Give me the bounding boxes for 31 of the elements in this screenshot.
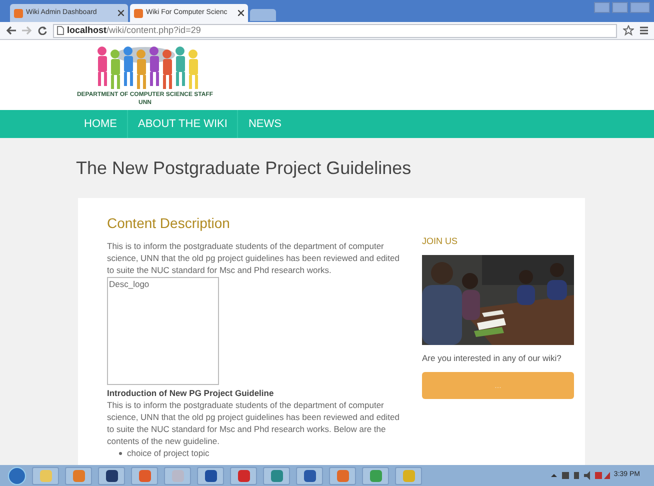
tray-icons-drawing[interactable] bbox=[550, 471, 610, 480]
section-subheading: Introduction of New PG Project Guideline bbox=[107, 387, 275, 399]
start-button[interactable] bbox=[8, 466, 26, 484]
tab-close-icon[interactable] bbox=[238, 10, 244, 16]
close-button[interactable] bbox=[630, 2, 650, 13]
menu-icon[interactable] bbox=[640, 26, 648, 35]
tab-favicon-icon bbox=[134, 8, 143, 18]
taskbar-app-icon[interactable] bbox=[197, 466, 224, 484]
minimize-button[interactable] bbox=[594, 2, 610, 13]
page-title: The New Postgraduate Project Guidelines bbox=[76, 157, 412, 180]
tab-close-icon[interactable] bbox=[118, 10, 124, 16]
sidebar-heading: JOIN US bbox=[422, 235, 459, 248]
forward-arrow-icon[interactable] bbox=[22, 26, 32, 35]
back-arrow-icon[interactable] bbox=[6, 26, 16, 35]
tab-favicon-icon bbox=[14, 8, 23, 18]
page-icon bbox=[57, 26, 64, 35]
content-heading: Content Description bbox=[107, 214, 231, 232]
url-text: localhost/wiki/content.php?id=29 bbox=[67, 24, 201, 37]
join-question: Are you interested in any of our wiki? bbox=[422, 352, 562, 364]
taskbar-app-icon[interactable] bbox=[296, 466, 323, 484]
taskbar-app-icon[interactable] bbox=[230, 466, 257, 484]
body-paragraph: This is to inform the postgraduate students of the department of computer science, UNN that the old pg project guidelines has been reviewed and edited to suite the NUC standard for Msc and Phd research works. Below are the contents of the new guideline. bbox=[107, 399, 400, 447]
reload-icon[interactable] bbox=[38, 26, 47, 35]
address-field[interactable]: localhost/wiki/content.php?id=29 bbox=[53, 24, 617, 38]
taskbar-app-icon[interactable] bbox=[98, 466, 125, 484]
star-icon[interactable] bbox=[623, 25, 634, 36]
image-alt-text: Desc_logo bbox=[109, 278, 150, 291]
bullet-icon bbox=[119, 452, 122, 454]
description-paragraph: This is to inform the postgraduate students of the department of computer science, UNN that the old pg project guidelines has been reviewed and edited to suite the NUC standard for Msc and Phd research works. bbox=[107, 240, 400, 276]
maximize-button[interactable] bbox=[612, 2, 628, 13]
bullet-item: choice of project topic bbox=[127, 447, 210, 459]
